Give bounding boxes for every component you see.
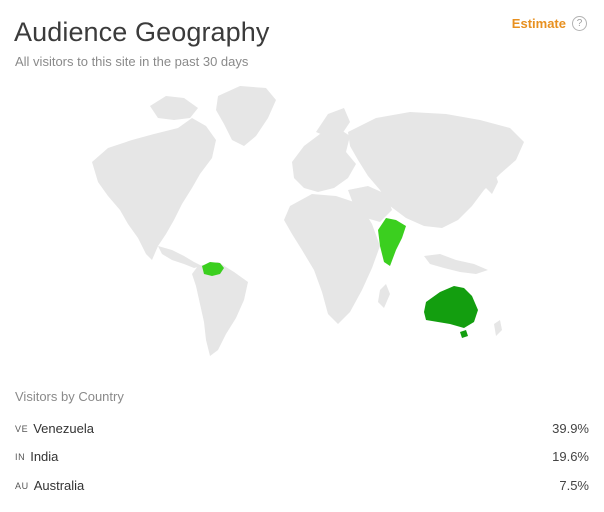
map-region-madagascar xyxy=(378,284,390,308)
estimate-control[interactable]: Estimate ? xyxy=(512,16,587,31)
map-region-indonesia xyxy=(424,254,488,274)
country-percentage: 39.9% xyxy=(552,420,589,436)
map-country-india xyxy=(378,218,406,266)
visitors-by-country-list: VE Venezuela 39.9% IN India 19.6% AU Aus… xyxy=(15,414,589,500)
country-percentage: 19.6% xyxy=(552,449,589,465)
map-region-greenland xyxy=(216,86,276,146)
world-map xyxy=(80,78,530,360)
map-region-new-zealand xyxy=(494,320,502,336)
country-row[interactable]: AU Australia 7.5% xyxy=(15,471,589,500)
country-code: VE xyxy=(15,423,29,434)
country-name[interactable]: Venezuela xyxy=(33,421,94,436)
map-country-tasmania xyxy=(460,330,468,338)
visitors-by-country-title: Visitors by Country xyxy=(15,389,124,404)
map-region-arctic-islands xyxy=(150,96,198,120)
map-region-europe xyxy=(292,128,356,192)
country-row[interactable]: IN India 19.6% xyxy=(15,443,589,472)
country-code: AU xyxy=(15,480,29,491)
world-map-svg xyxy=(92,86,524,356)
page-title: Audience Geography xyxy=(14,17,270,47)
audience-geography-card: Audience Geography All visitors to this … xyxy=(0,0,604,512)
map-region-central-america xyxy=(158,246,202,268)
help-icon[interactable]: ? xyxy=(572,16,587,31)
estimate-label[interactable]: Estimate xyxy=(512,16,566,31)
map-region-north-america xyxy=(92,118,216,260)
country-percentage: 7.5% xyxy=(559,477,589,493)
map-country-australia xyxy=(424,286,478,328)
page-subtitle: All visitors to this site in the past 30… xyxy=(15,54,249,69)
country-name[interactable]: Australia xyxy=(34,478,85,493)
map-region-south-america xyxy=(192,262,248,356)
country-code: IN xyxy=(15,452,26,463)
country-name[interactable]: India xyxy=(30,449,58,464)
country-row[interactable]: VE Venezuela 39.9% xyxy=(15,414,589,443)
